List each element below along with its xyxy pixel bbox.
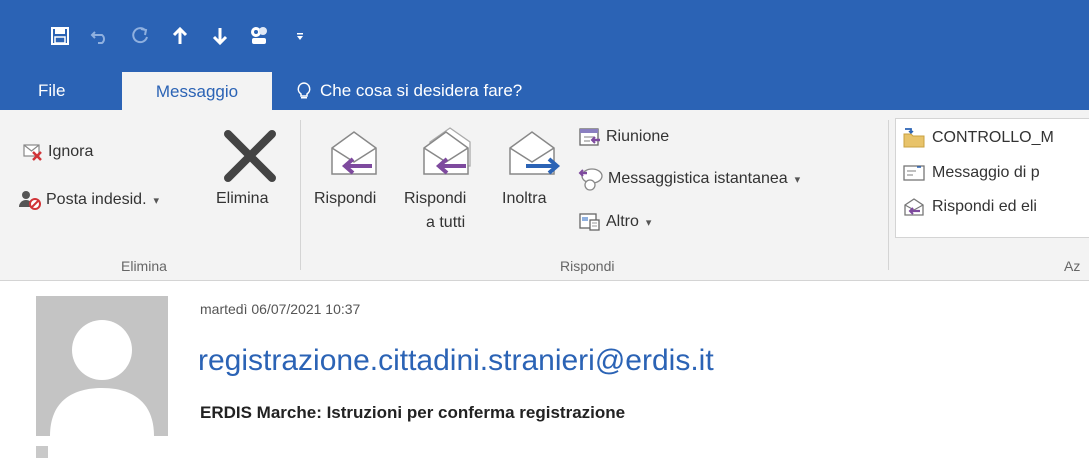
quick-step-controllo-label: CONTROLLO_M <box>932 129 1054 146</box>
group-label-elimina: Elimina <box>121 258 167 274</box>
quick-access-toolbar <box>40 22 320 50</box>
group-separator <box>300 120 301 270</box>
forward-icon <box>509 131 561 175</box>
tell-me-text: Che cosa si desidera fare? <box>320 81 523 100</box>
chevron-down-icon: ▾ <box>153 194 160 207</box>
ignore-conversation-icon <box>23 144 42 161</box>
group-separator <box>888 120 889 270</box>
rispondi-a-tutti-button[interactable]: Rispondi a tutti <box>402 124 498 244</box>
rispondi-a-tutti-label-2: a tutti <box>426 214 466 231</box>
riunione-button[interactable]: Riunione <box>578 126 669 148</box>
messaggistica-button[interactable]: Messaggistica istantanea ▾ <box>578 167 800 191</box>
elimina-button[interactable]: Elimina <box>210 128 290 218</box>
chevron-down-icon: ▾ <box>794 173 801 186</box>
meeting-icon <box>579 128 600 146</box>
ignora-label: Ignora <box>48 143 94 160</box>
group-label-rispondi: Rispondi <box>560 258 615 274</box>
delete-x-icon <box>224 130 276 182</box>
quick-step-rispondi-elimina[interactable]: Rispondi ed eli <box>902 197 1037 217</box>
inoltra-label: Inoltra <box>502 190 547 207</box>
inoltra-button[interactable]: Inoltra <box>500 124 572 234</box>
ignora-button[interactable]: Ignora <box>22 142 93 162</box>
tab-file[interactable]: File <box>38 72 65 110</box>
quick-step-messaggio-label: Messaggio di p <box>932 164 1040 181</box>
redo-icon[interactable] <box>120 22 160 50</box>
reply-delete-icon <box>904 198 924 216</box>
reply-icon <box>331 131 377 175</box>
quick-step-controllo[interactable]: CONTROLLO_M <box>902 127 1054 149</box>
message-sender[interactable]: registrazione.cittadini.stranieri@erdis.… <box>198 344 714 378</box>
altro-label: Altro <box>606 213 639 230</box>
touch-mode-icon[interactable] <box>240 22 280 50</box>
message-subject: ERDIS Marche: Istruzioni per conferma re… <box>200 403 626 422</box>
quick-step-rispondi-elimina-label: Rispondi ed eli <box>932 198 1037 215</box>
instant-message-icon <box>578 168 603 191</box>
quick-steps-box: CONTROLLO_M Messaggio di p Rispondi ed e… <box>895 118 1089 238</box>
riunione-label: Riunione <box>606 128 670 145</box>
rispondi-label: Rispondi <box>314 190 377 207</box>
posta-indesiderata-label: Posta indesid. <box>46 191 147 208</box>
tab-messaggio[interactable]: Messaggio <box>122 72 272 111</box>
ribbon-panel: Ignora Posta indesid. ▾ Elimina Elimina … <box>0 110 1089 281</box>
arrow-down-icon[interactable] <box>200 22 240 50</box>
rispondi-button[interactable]: Rispondi <box>310 124 400 234</box>
undo-icon[interactable] <box>80 22 120 50</box>
rispondi-a-tutti-label-1: Rispondi <box>404 190 467 207</box>
more-reply-icon <box>579 213 600 231</box>
avatar <box>36 296 168 436</box>
posta-indesiderata-button[interactable]: Posta indesid. ▾ <box>18 189 159 211</box>
quick-step-messaggio[interactable]: Messaggio di p <box>902 163 1040 183</box>
altro-button[interactable]: Altro ▾ <box>578 211 651 233</box>
save-icon[interactable] <box>40 22 80 50</box>
message-date: martedì 06/07/2021 10:37 <box>200 301 361 317</box>
reply-all-icon <box>423 127 471 175</box>
messaggistica-label: Messaggistica istantanea <box>608 170 788 187</box>
message-to-manager-icon <box>903 165 925 181</box>
person-silhouette-icon <box>50 320 154 436</box>
group-label-azioni-rapide: Az <box>1064 258 1081 274</box>
title-bar <box>0 0 1089 72</box>
chevron-down-icon: ▾ <box>645 216 652 229</box>
lightbulb-icon <box>297 82 311 99</box>
folder-move-icon <box>903 128 925 148</box>
junk-mail-icon <box>19 191 41 210</box>
customize-icon[interactable] <box>280 22 320 50</box>
ribbon-tabs: File Messaggio Che cosa si desidera fare… <box>0 72 1089 111</box>
tell-me-box[interactable]: Che cosa si desidera fare? <box>296 72 522 110</box>
elimina-label: Elimina <box>216 190 269 207</box>
attachment-indicator <box>36 446 48 458</box>
arrow-up-icon[interactable] <box>160 22 200 50</box>
